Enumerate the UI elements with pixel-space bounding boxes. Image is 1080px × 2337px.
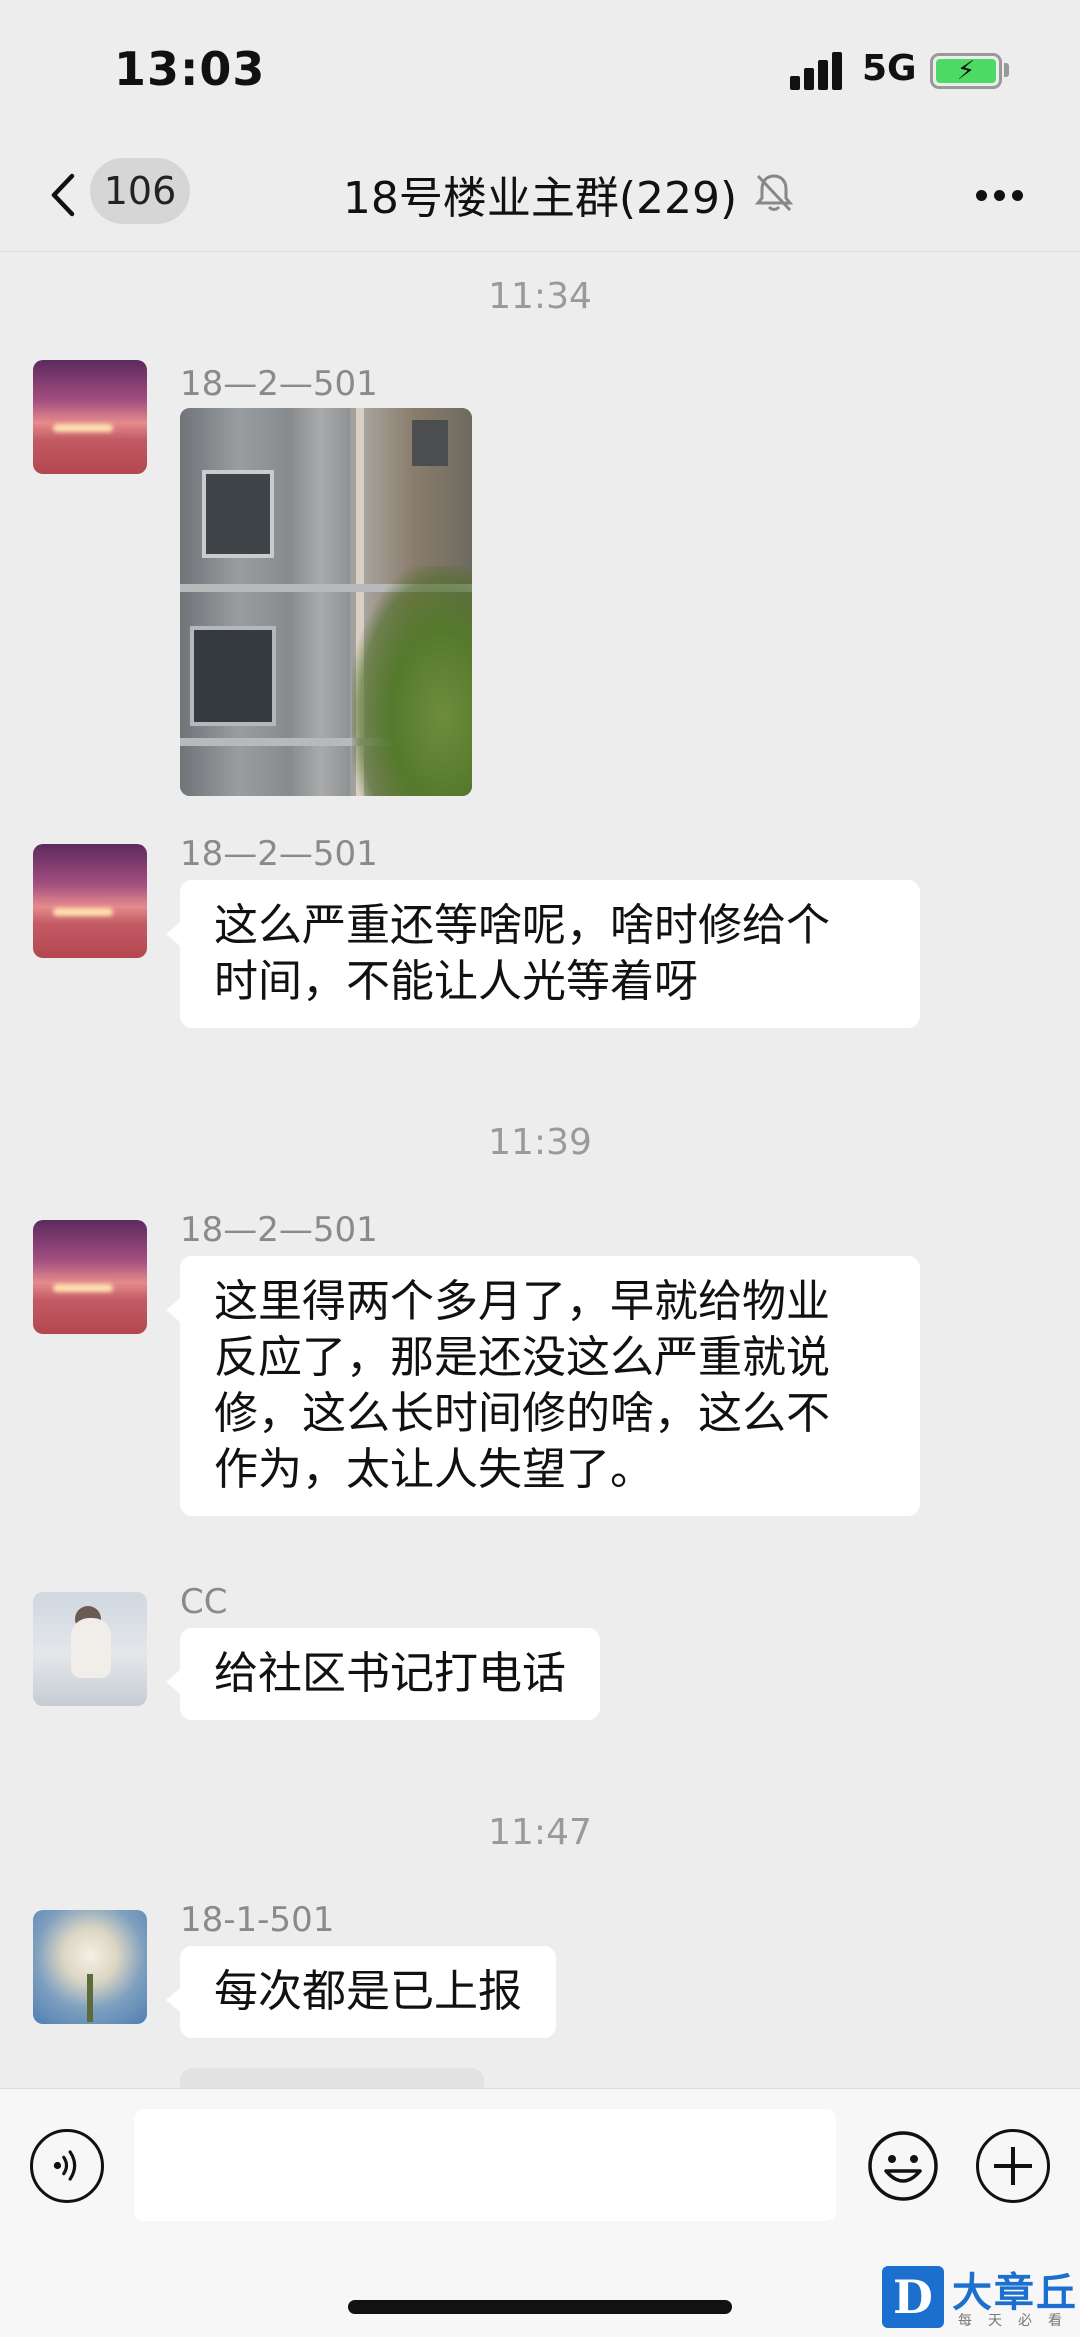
plus-circle-icon[interactable] xyxy=(976,2129,1050,2203)
message-item: CC 给社区书记打电话 xyxy=(33,1578,1033,1738)
chat-title: 18号楼业主群(229) xyxy=(342,173,738,224)
avatar[interactable] xyxy=(33,1220,147,1334)
emoji-icon[interactable] xyxy=(866,2129,940,2203)
avatar[interactable] xyxy=(33,360,147,474)
image-message[interactable] xyxy=(180,408,472,796)
chat-timestamp: 11:39 xyxy=(488,1122,592,1163)
avatar[interactable] xyxy=(33,1910,147,2024)
sender-name: 18—2—501 xyxy=(180,834,378,874)
message-line: 修，这么长时间修的啥，这么不 xyxy=(214,1388,830,1439)
watermark-subtext: 每天必看 xyxy=(958,2313,1078,2329)
chat-timestamp: 11:34 xyxy=(488,276,592,317)
sender-name: 18-1-501 xyxy=(180,1900,335,1940)
avatar[interactable] xyxy=(33,1592,147,1706)
message-item: 18—2—501 xyxy=(33,360,1033,800)
message-item: 18—2—501 这里得两个多月了，早就给物业 反应了，那是还没这么严重就说 修… xyxy=(33,1206,1033,1546)
status-time: 13:03 xyxy=(114,42,266,96)
ellipsis-icon[interactable] xyxy=(970,180,1030,210)
message-bubble[interactable]: 给社区书记打电话 xyxy=(166,1628,600,1720)
message-line: 时间，不能让人光等着呀 xyxy=(214,956,698,1007)
sender-name: 18—2—501 xyxy=(180,1210,378,1250)
watermark-logo-mark: D xyxy=(882,2266,944,2328)
message-bubble[interactable]: 这么严重还等啥呢，啥时修给个 时间，不能让人光等着呀 xyxy=(166,880,920,1028)
home-indicator xyxy=(348,2300,732,2314)
bell-slash-icon xyxy=(754,174,794,212)
message-line: 这里得两个多月了，早就给物业 xyxy=(214,1276,830,1327)
signal-icon xyxy=(790,52,844,90)
battery-charging-icon: ⚡ xyxy=(930,53,1002,89)
network-label: 5G xyxy=(862,48,917,89)
sender-name: 18—2—501 xyxy=(180,364,378,404)
message-bubble[interactable]: 这里得两个多月了，早就给物业 反应了，那是还没这么严重就说 修，这么长时间修的啥… xyxy=(166,1256,920,1516)
message-line: 这么严重还等啥呢，啥时修给个 xyxy=(214,900,830,951)
message-bubble[interactable]: 每次都是已上报 xyxy=(166,1946,556,2038)
chat-header: 106 18号楼业主群(229) xyxy=(0,140,1080,252)
message-line: 反应了，那是还没这么严重就说 xyxy=(214,1332,830,1383)
battery-tip xyxy=(1004,63,1009,77)
voice-icon[interactable] xyxy=(30,2129,104,2203)
message-item: 18-1-501 每次都是已上报 xyxy=(33,1896,1033,2056)
chat-timestamp: 11:47 xyxy=(488,1812,592,1853)
sender-name: CC xyxy=(180,1582,228,1622)
message-line: 每次都是已上报 xyxy=(214,1966,522,2017)
message-line: 给社区书记打电话 xyxy=(214,1648,566,1699)
message-item: 18—2—501 这么严重还等啥呢，啥时修给个 时间，不能让人光等着呀 xyxy=(33,830,1033,1060)
status-bar: 13:03 5G ⚡ xyxy=(0,0,1080,140)
message-line: 作为，太让人失望了。 xyxy=(214,1444,654,1495)
avatar[interactable] xyxy=(33,844,147,958)
message-input[interactable] xyxy=(134,2109,836,2221)
watermark-logo: D 大章丘 每天必看 xyxy=(878,2260,1080,2337)
